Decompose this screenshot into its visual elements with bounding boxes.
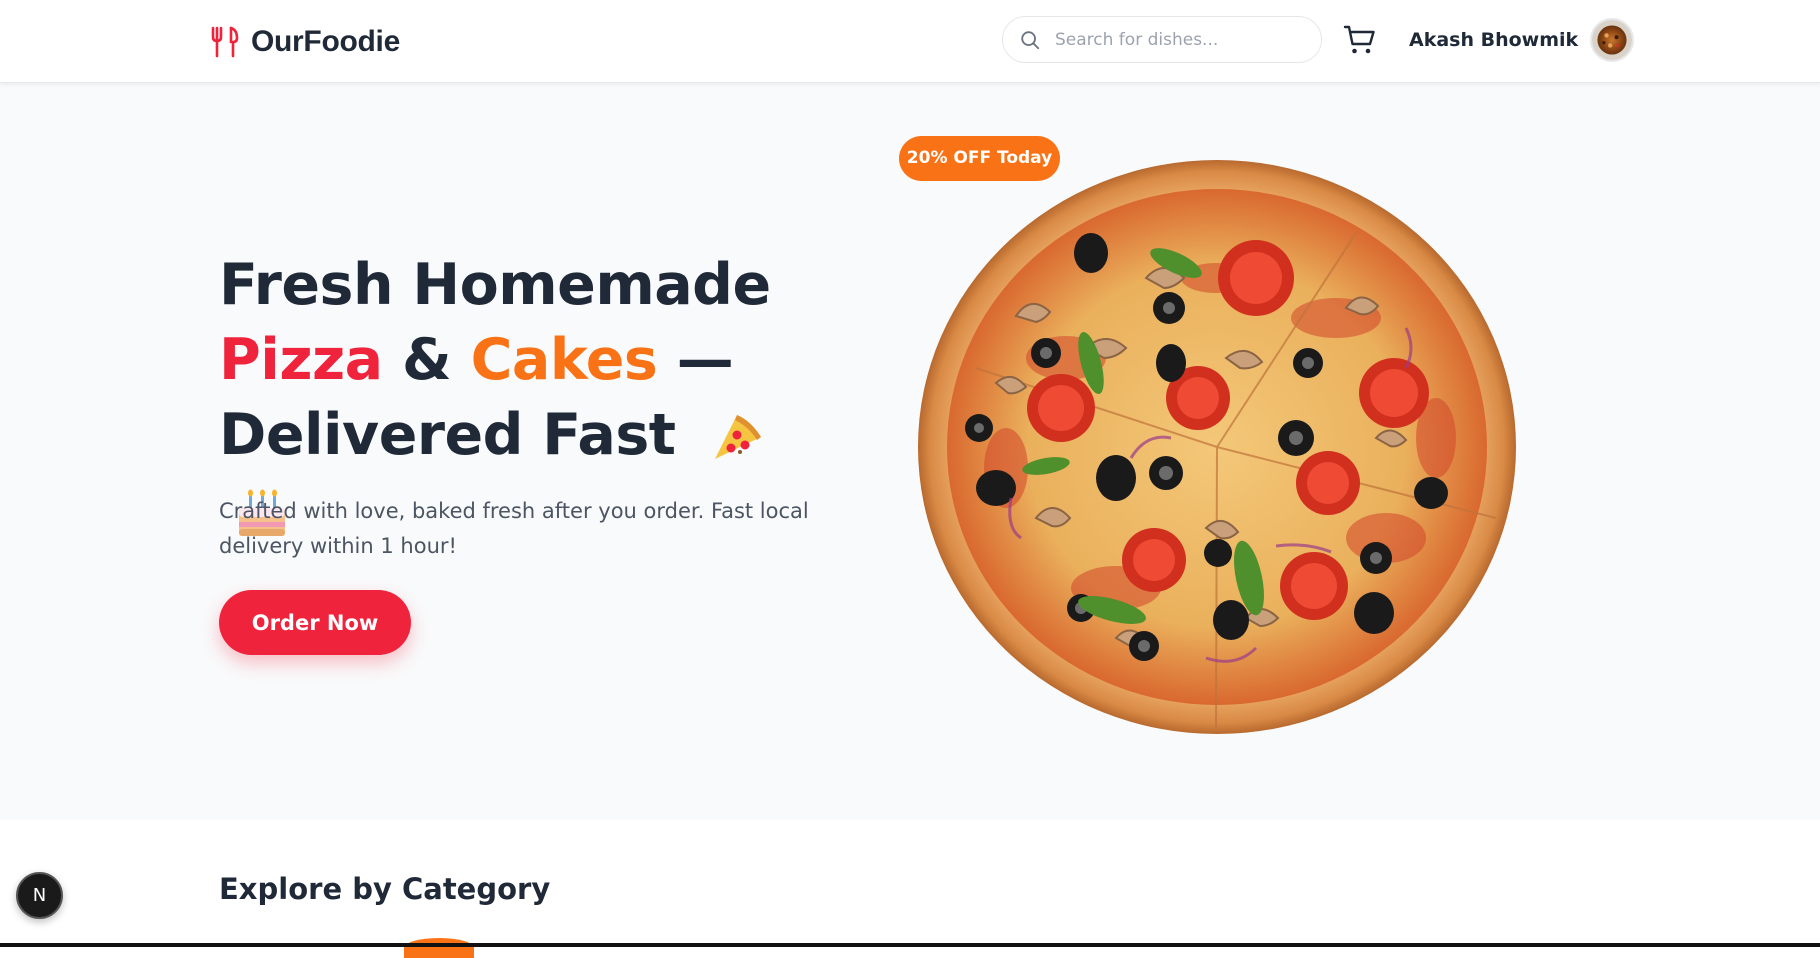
hero-subtitle: Crafted with love, baked fresh after you… [219,499,809,558]
user-menu[interactable]: Akash Bhowmik [1409,17,1635,63]
hero-title-amp: & [402,327,452,393]
discount-badge: 20% OFF Today [899,136,1060,181]
nextjs-dev-badge[interactable]: N [16,872,63,919]
order-now-button[interactable]: Order Now [219,590,411,655]
shopping-cart-icon [1343,25,1375,54]
cart-button[interactable] [1343,24,1376,56]
pizza-emoji-icon [707,407,769,469]
search-input[interactable] [1055,29,1305,50]
hero-title-dash: — [676,327,734,393]
hero-title-line3: Delivered Fast [219,402,676,468]
hero-title-cakes: Cakes [470,327,658,393]
divider [0,943,1820,947]
avatar[interactable] [1590,18,1635,62]
hero-title-line1: Fresh Homemade [219,252,771,318]
search-icon [1021,30,1040,49]
category-item[interactable] [404,938,474,958]
brand-logo[interactable]: OurFoodie [209,22,400,62]
search-bar [1002,16,1322,63]
user-name: Akash Bhowmik [1409,29,1579,51]
pizza-hero-image [916,158,1518,736]
hero-title-pizza: Pizza [219,327,383,393]
fork-knife-icon [211,26,239,58]
section-title-categories: Explore by Category [219,872,551,906]
hero-section: Fresh Homemade Pizza & Cakes — Delivered… [0,83,1820,820]
top-navbar: OurFoodie Akash Bhowmik [0,0,1820,83]
brand-name: OurFoodie [251,25,400,58]
